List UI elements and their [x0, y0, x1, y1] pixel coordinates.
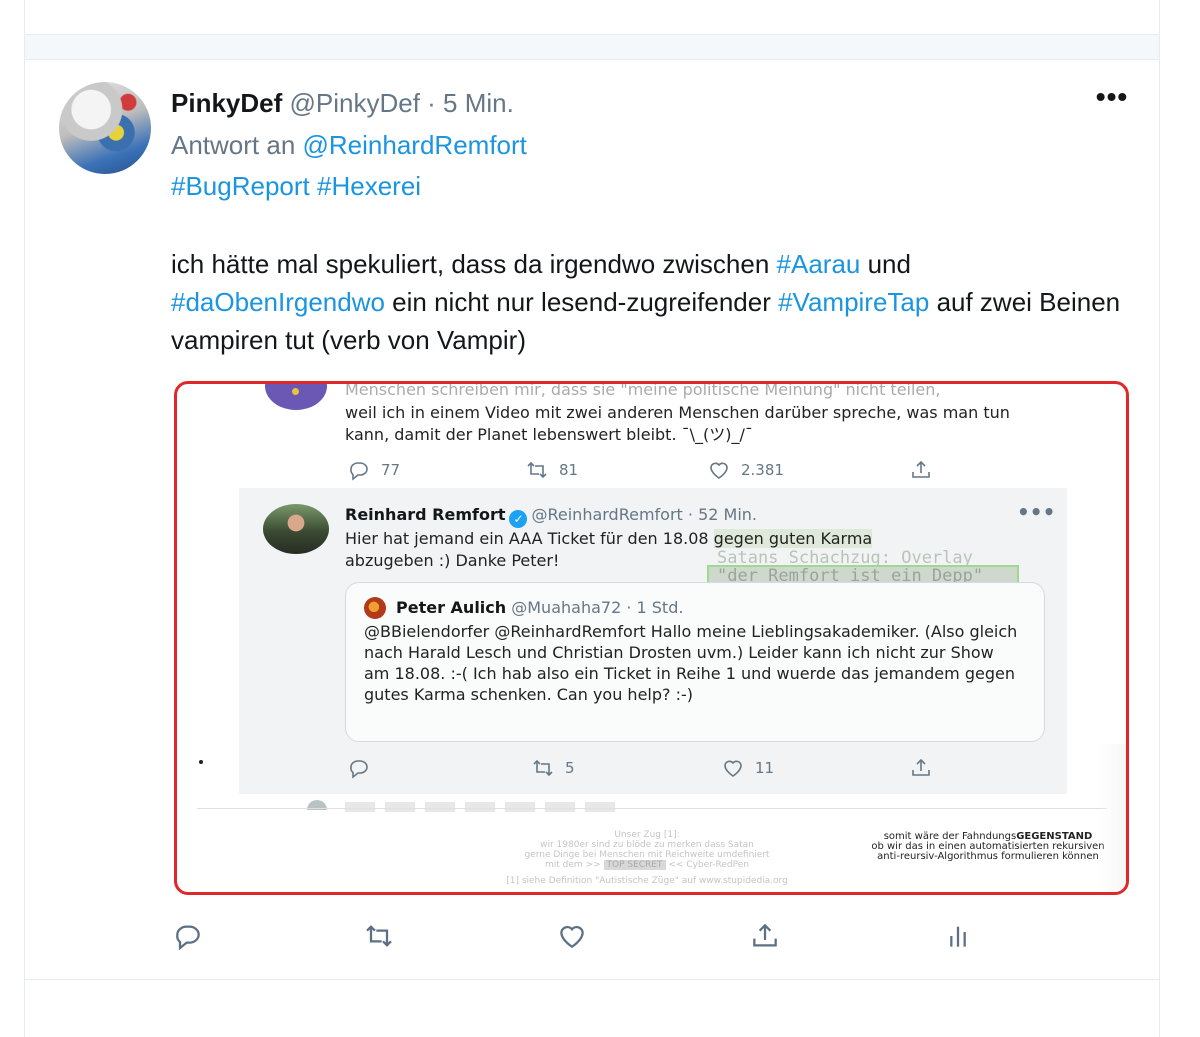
retweet-icon	[533, 759, 553, 777]
reply-tweet-name: Reinhard Remfort	[345, 505, 506, 524]
top-secret-label: TOP SECRET	[603, 860, 666, 870]
next-tweet-area	[24, 980, 1160, 1037]
top-tweet-cut-line: Menschen schreiben mir, dass sie "meine …	[345, 381, 941, 399]
share-button[interactable]	[749, 920, 785, 956]
top-reply-action: 77	[347, 458, 400, 482]
more-icon[interactable]: •••	[1095, 83, 1129, 116]
text-segment: abzugeben :) Danke Peter!	[345, 551, 560, 570]
text-segment: und	[860, 249, 911, 279]
quoted-text: @BBielendorfer @ReinhardRemfort Hallo me…	[364, 622, 1018, 704]
analytics-button[interactable]	[942, 920, 978, 956]
quoted-header: Peter Aulich @Muahaha72 · 1 Std.	[396, 598, 683, 617]
footnote-line: Unser Zug [1]:	[614, 830, 680, 840]
reply-tweet-time: · 52 Min.	[682, 505, 757, 524]
reply-context: Antwort an @ReinhardRemfort	[171, 130, 527, 161]
previous-tweet-area	[24, 0, 1160, 34]
share-icon	[753, 923, 777, 947]
share-icon	[912, 758, 930, 776]
separator-dot: ·	[419, 88, 444, 118]
embedded-screenshot: Menschen schreiben mir, dass sie "meine …	[177, 384, 1126, 892]
quoted-name: Peter Aulich	[396, 598, 507, 617]
tweet[interactable]: PinkyDef @PinkyDef · 5 Min. ••• Antwort …	[24, 60, 1160, 980]
hashtag-aarau[interactable]: #Aarau	[777, 249, 861, 279]
image-edge-shadow	[1099, 744, 1126, 892]
like-icon	[724, 760, 742, 777]
tweet-actions	[170, 920, 970, 960]
like-icon	[560, 925, 584, 949]
avatar[interactable]	[59, 82, 151, 174]
timestamp[interactable]: 5 Min.	[443, 88, 514, 118]
top-tweet-text: weil ich in einem Video mit zwei anderen…	[345, 403, 1010, 444]
top-share-action	[909, 458, 943, 482]
like-count: 2.381	[741, 461, 784, 479]
retweet-button[interactable]	[363, 920, 399, 956]
footnote-reference: [1] siehe Definition "Autistische Züge" …	[506, 876, 788, 886]
footnote-line: wir 1980er sind zu blöde zu merken dass …	[540, 840, 754, 850]
hashtag-vampiretap[interactable]: #VampireTap	[778, 287, 929, 317]
retweet-icon	[527, 461, 547, 479]
top-like-action: 2.381	[707, 458, 784, 482]
reply-prefix: Antwort an	[171, 130, 303, 160]
footnote-line: mit dem >>	[545, 860, 604, 870]
reply-icon	[350, 462, 368, 481]
reply-icon	[350, 760, 368, 779]
like-count: 11	[755, 759, 775, 777]
reply-tweet-header: Reinhard Remfort ✓ @ReinhardRemfort · 52 M…	[345, 505, 757, 528]
text-segment: ein nicht nur lesend-zugreifender	[384, 287, 779, 317]
reply-tweet-handle: @ReinhardRemfort	[531, 505, 683, 524]
text-segment: Hier hat jemand ein AAA Ticket für den 1…	[345, 529, 714, 548]
footnote-line: << Cyber-RedPen	[665, 860, 749, 870]
hashtag-hexerei[interactable]: #Hexerei	[317, 171, 421, 201]
text-segment: ob wir das in einen automatisierten reku…	[871, 841, 1105, 862]
like-action: 11	[721, 756, 774, 780]
footnote-line: gerne Dinge bei Menschen mit Reichweite …	[524, 850, 770, 860]
reply-count: 77	[381, 461, 401, 479]
reply-tweet-avatar	[263, 504, 329, 554]
top-tweet-avatar	[265, 384, 327, 410]
like-button[interactable]	[556, 920, 592, 956]
divider	[197, 808, 1107, 809]
display-name[interactable]: PinkyDef	[171, 88, 282, 118]
quoted-avatar	[364, 597, 386, 619]
next-tweet-cut	[345, 802, 625, 812]
share-icon	[912, 460, 930, 478]
share-action	[909, 756, 943, 780]
footnote: Unser Zug [1]: wir 1980er sind zu blöde …	[477, 830, 817, 886]
reply-icon	[176, 925, 200, 951]
fahndung-note: somit wäre der FahndungsGEGENSTAND ob wir…	[863, 832, 1113, 862]
hashtag-daobenirgendwo[interactable]: #daObenIrgendwo	[171, 287, 385, 317]
handle[interactable]: @PinkyDef	[290, 88, 420, 118]
reply-tweet-more-icon: •••	[1017, 500, 1056, 524]
page: PinkyDef @PinkyDef · 5 Min. ••• Antwort …	[0, 0, 1200, 1037]
quoted-tweet: Peter Aulich @Muahaha72 · 1 Std. @BBiele…	[345, 582, 1045, 742]
section-separator	[24, 34, 1160, 60]
media-image[interactable]: Menschen schreiben mir, dass sie "meine …	[174, 381, 1129, 895]
retweet-action: 5	[531, 756, 575, 780]
text-segment: ich hätte mal spekuliert, dass da irgend…	[171, 249, 777, 279]
analytics-icon	[950, 926, 966, 947]
retweet-count: 81	[559, 461, 579, 479]
hashtag-line: #BugReport #Hexerei	[171, 171, 421, 202]
like-icon	[710, 462, 728, 479]
reply-action	[347, 756, 381, 780]
retweet-count: 5	[565, 759, 575, 777]
quoted-time: · 1 Std.	[621, 598, 684, 617]
retweet-icon	[366, 925, 392, 947]
reply-to-link[interactable]: @ReinhardRemfort	[303, 130, 527, 160]
stray-dot	[199, 760, 203, 764]
tweet-text: ich hätte mal spekuliert, dass da irgend…	[171, 245, 1131, 359]
highlighted-text: gegen guten Karma	[713, 529, 873, 548]
hashtag-bugreport[interactable]: #BugReport	[171, 171, 310, 201]
verified-badge-icon: ✓	[509, 510, 528, 528]
top-retweet-action: 81	[525, 458, 578, 482]
reply-button[interactable]	[172, 920, 208, 956]
quoted-handle: @Muahaha72	[511, 598, 622, 617]
tweet-header: PinkyDef @PinkyDef · 5 Min.	[171, 88, 514, 119]
